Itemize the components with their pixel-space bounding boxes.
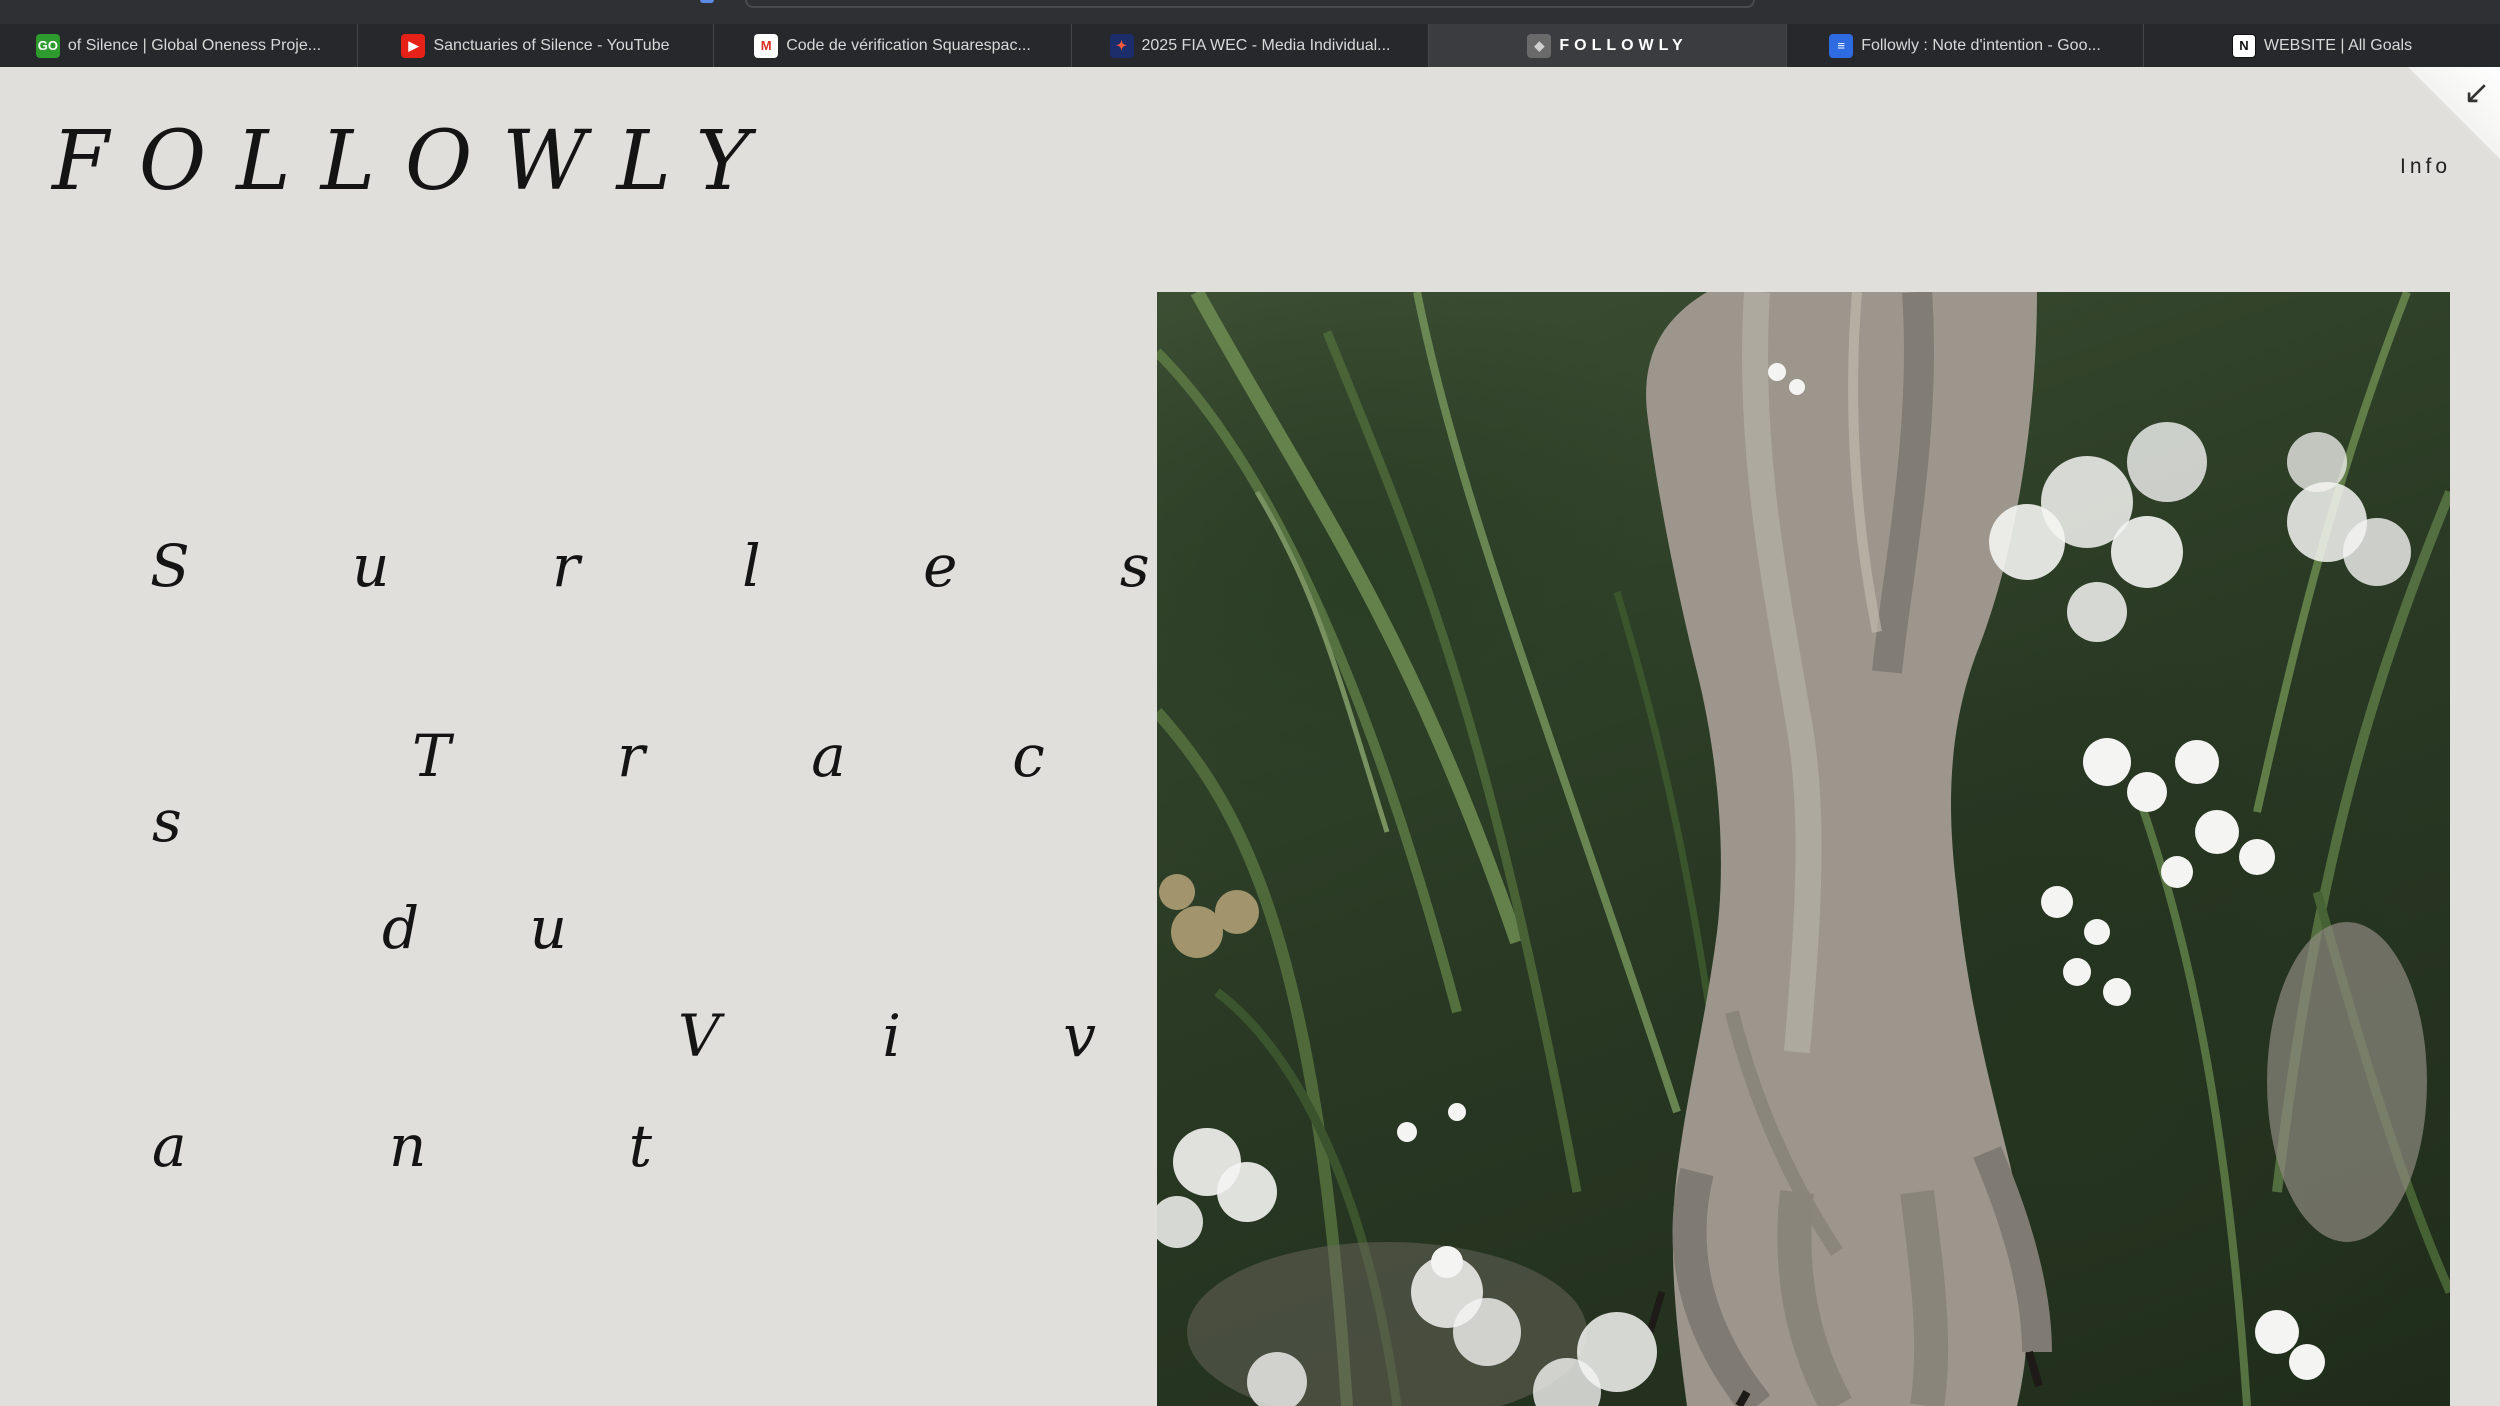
tab-global-oneness[interactable]: GO of Silence | Global Oneness Proje... [0, 24, 358, 67]
address-bar-indicator [700, 0, 714, 3]
hero-line-2: T r a c e [412, 722, 1320, 790]
hero-line-3: s [152, 787, 182, 855]
fia-favicon-icon: ✦ [1109, 33, 1134, 58]
browser-chrome-top [0, 0, 2500, 24]
oneness-favicon-icon: GO [35, 33, 60, 58]
tab-label: Sanctuaries of Silence - YouTube [433, 36, 670, 54]
arrow-down-left-icon[interactable]: ↙ [2463, 73, 2490, 111]
tab-youtube[interactable]: ▶ Sanctuaries of Silence - YouTube [358, 24, 714, 67]
address-bar[interactable] [745, 0, 1755, 8]
hero-line-1: S u r l e s [150, 532, 1198, 600]
wolf-paw-photo [1157, 292, 2450, 1406]
browser-tab-strip: GO of Silence | Global Oneness Proje... … [0, 24, 2500, 67]
tab-label: Followly : Note d'intention - Goo... [1861, 36, 2101, 54]
site-favicon-icon: ◆ [1527, 33, 1552, 58]
rock [1187, 1242, 1587, 1406]
google-docs-favicon-icon: ≡ [1829, 33, 1854, 58]
tab-label: FOLLOWLY [1559, 36, 1688, 54]
wolf-leg [1646, 292, 2052, 1406]
tab-followly-active[interactable]: ◆ FOLLOWLY [1429, 24, 1787, 67]
tab-google-docs[interactable]: ≡ Followly : Note d'intention - Goo... [1787, 24, 2144, 67]
dried-flower [1159, 874, 1259, 958]
photo-illustration [1157, 292, 2450, 1406]
tab-label: of Silence | Global Oneness Proje... [67, 36, 322, 54]
tab-fia-wec[interactable]: ✦ 2025 FIA WEC - Media Individual... [1072, 24, 1429, 67]
tab-notion[interactable]: N WEBSITE | All Goals [2144, 24, 2500, 67]
tab-label: 2025 FIA WEC - Media Individual... [1141, 36, 1391, 54]
tab-label: WEBSITE | All Goals [2263, 36, 2413, 54]
page-corner-fold[interactable]: ↙ [2408, 67, 2500, 159]
tab-label: Code de vérification Squarespac... [786, 36, 1031, 54]
notion-favicon-icon: N [2231, 33, 2256, 58]
youtube-favicon-icon: ▶ [401, 33, 426, 58]
tab-gmail[interactable]: M Code de vérification Squarespac... [714, 24, 1072, 67]
hero-line-4: d u [382, 894, 613, 962]
site-logo[interactable]: FOLLOWLY [52, 121, 780, 203]
website-page: FOLLOWLY Info ↙ S u r l e s T r a c e s … [0, 67, 2500, 1406]
rock [2267, 922, 2427, 1242]
hero-heading: S u r l e s T r a c e s d u V i v a n t [150, 532, 1246, 1297]
gmail-favicon-icon: M [754, 33, 779, 58]
hero-line-6: a n t [152, 1112, 745, 1180]
